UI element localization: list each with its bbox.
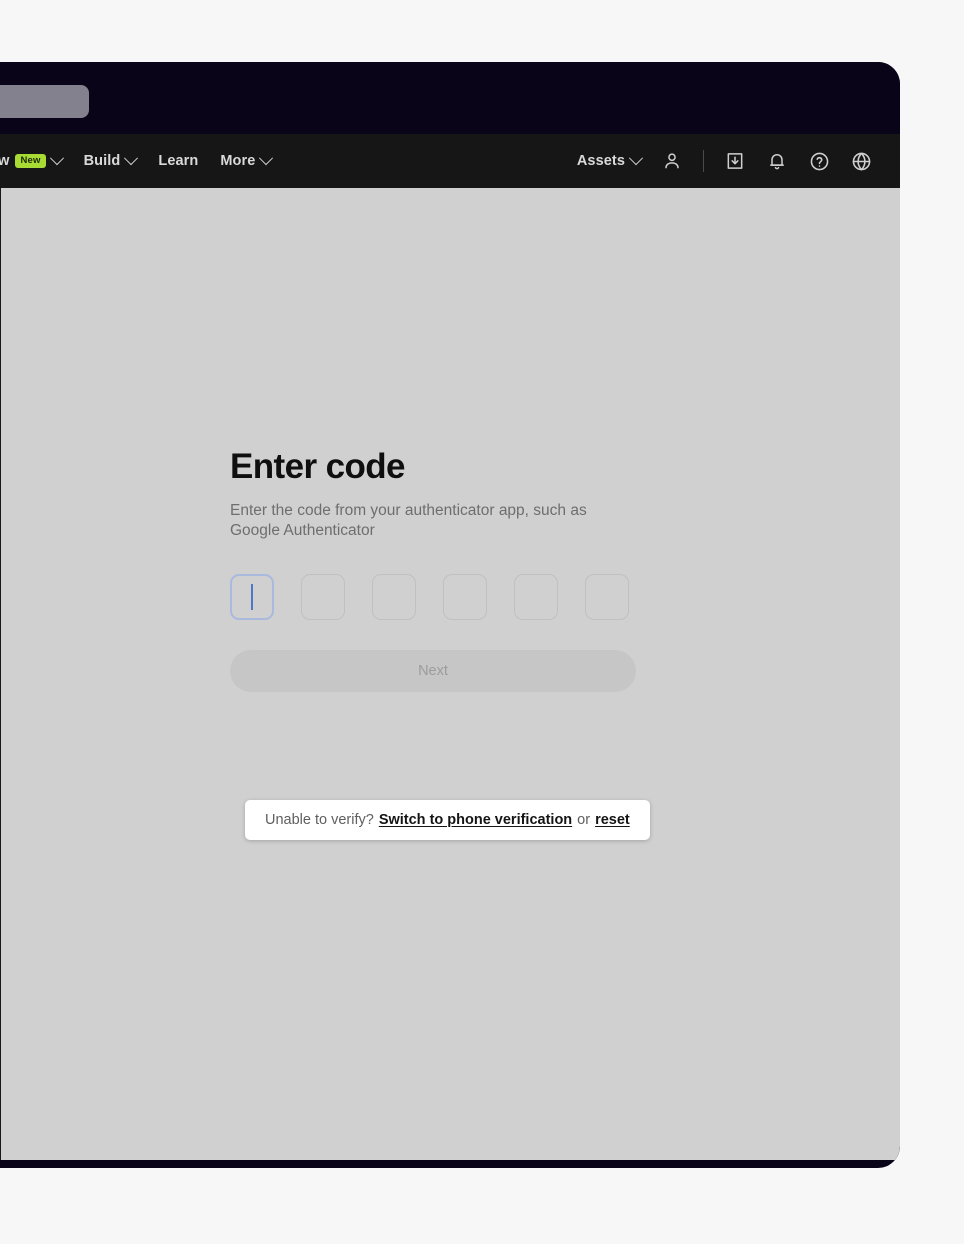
verification-code-input-group	[230, 574, 650, 621]
browser-tab[interactable]	[0, 85, 89, 118]
code-digit-input-5[interactable]	[514, 574, 558, 621]
nav-item-assets[interactable]: Assets	[576, 151, 644, 169]
chevron-down-icon	[628, 151, 644, 166]
nav-left-group: Grow New Build Learn More	[0, 151, 274, 169]
new-badge: New	[15, 154, 46, 168]
download-icon[interactable]	[724, 150, 746, 172]
switch-to-phone-verification-link[interactable]: Switch to phone verification	[379, 812, 572, 828]
chevron-down-icon	[124, 151, 139, 166]
unable-to-verify-bar: Unable to verify? Switch to phone verifi…	[245, 800, 650, 840]
top-navigation-bar: Grow New Build Learn More	[0, 134, 900, 188]
authentication-panel: Enter code Enter the code from your auth…	[230, 447, 650, 693]
page-title: Enter code	[230, 447, 405, 486]
nav-item-learn-label: Learn	[158, 153, 199, 169]
text-cursor-icon	[251, 584, 253, 611]
unable-to-verify-text: Unable to verify?	[265, 812, 374, 828]
main-content-area: Enter code Enter the code from your auth…	[1, 188, 900, 1160]
nav-item-build-label: Build	[83, 153, 121, 169]
reset-link[interactable]: reset	[595, 812, 630, 828]
nav-divider	[703, 150, 704, 172]
conjunction-text: or	[577, 812, 591, 828]
next-button[interactable]: Next	[230, 650, 636, 693]
nav-item-assets-label: Assets	[576, 153, 625, 169]
code-digit-input-4[interactable]	[443, 574, 487, 621]
app-viewport: Grow New Build Learn More	[0, 134, 900, 1160]
code-digit-input-3[interactable]	[372, 574, 416, 621]
notifications-bell-icon[interactable]	[766, 150, 788, 172]
code-digit-input-6[interactable]	[585, 574, 629, 621]
nav-item-more[interactable]: More	[220, 151, 274, 169]
chevron-down-icon	[259, 151, 274, 166]
nav-item-learn[interactable]: Learn	[158, 153, 198, 169]
window-chrome	[0, 62, 900, 134]
nav-right-group: Assets	[577, 150, 872, 172]
nav-item-build[interactable]: Build	[83, 151, 139, 169]
nav-item-grow[interactable]: Grow New	[0, 151, 64, 169]
nav-item-more-label: More	[220, 153, 256, 169]
account-icon[interactable]	[661, 150, 683, 172]
code-digit-input-1[interactable]	[230, 574, 274, 621]
help-icon[interactable]	[808, 150, 830, 172]
chevron-down-icon	[49, 151, 64, 166]
code-digit-input-2[interactable]	[301, 574, 345, 621]
page-subtitle: Enter the code from your authenticator a…	[230, 501, 587, 540]
nav-item-grow-label: Grow	[0, 153, 10, 169]
language-globe-icon[interactable]	[850, 150, 872, 172]
browser-window: Grow New Build Learn More	[0, 62, 900, 1168]
